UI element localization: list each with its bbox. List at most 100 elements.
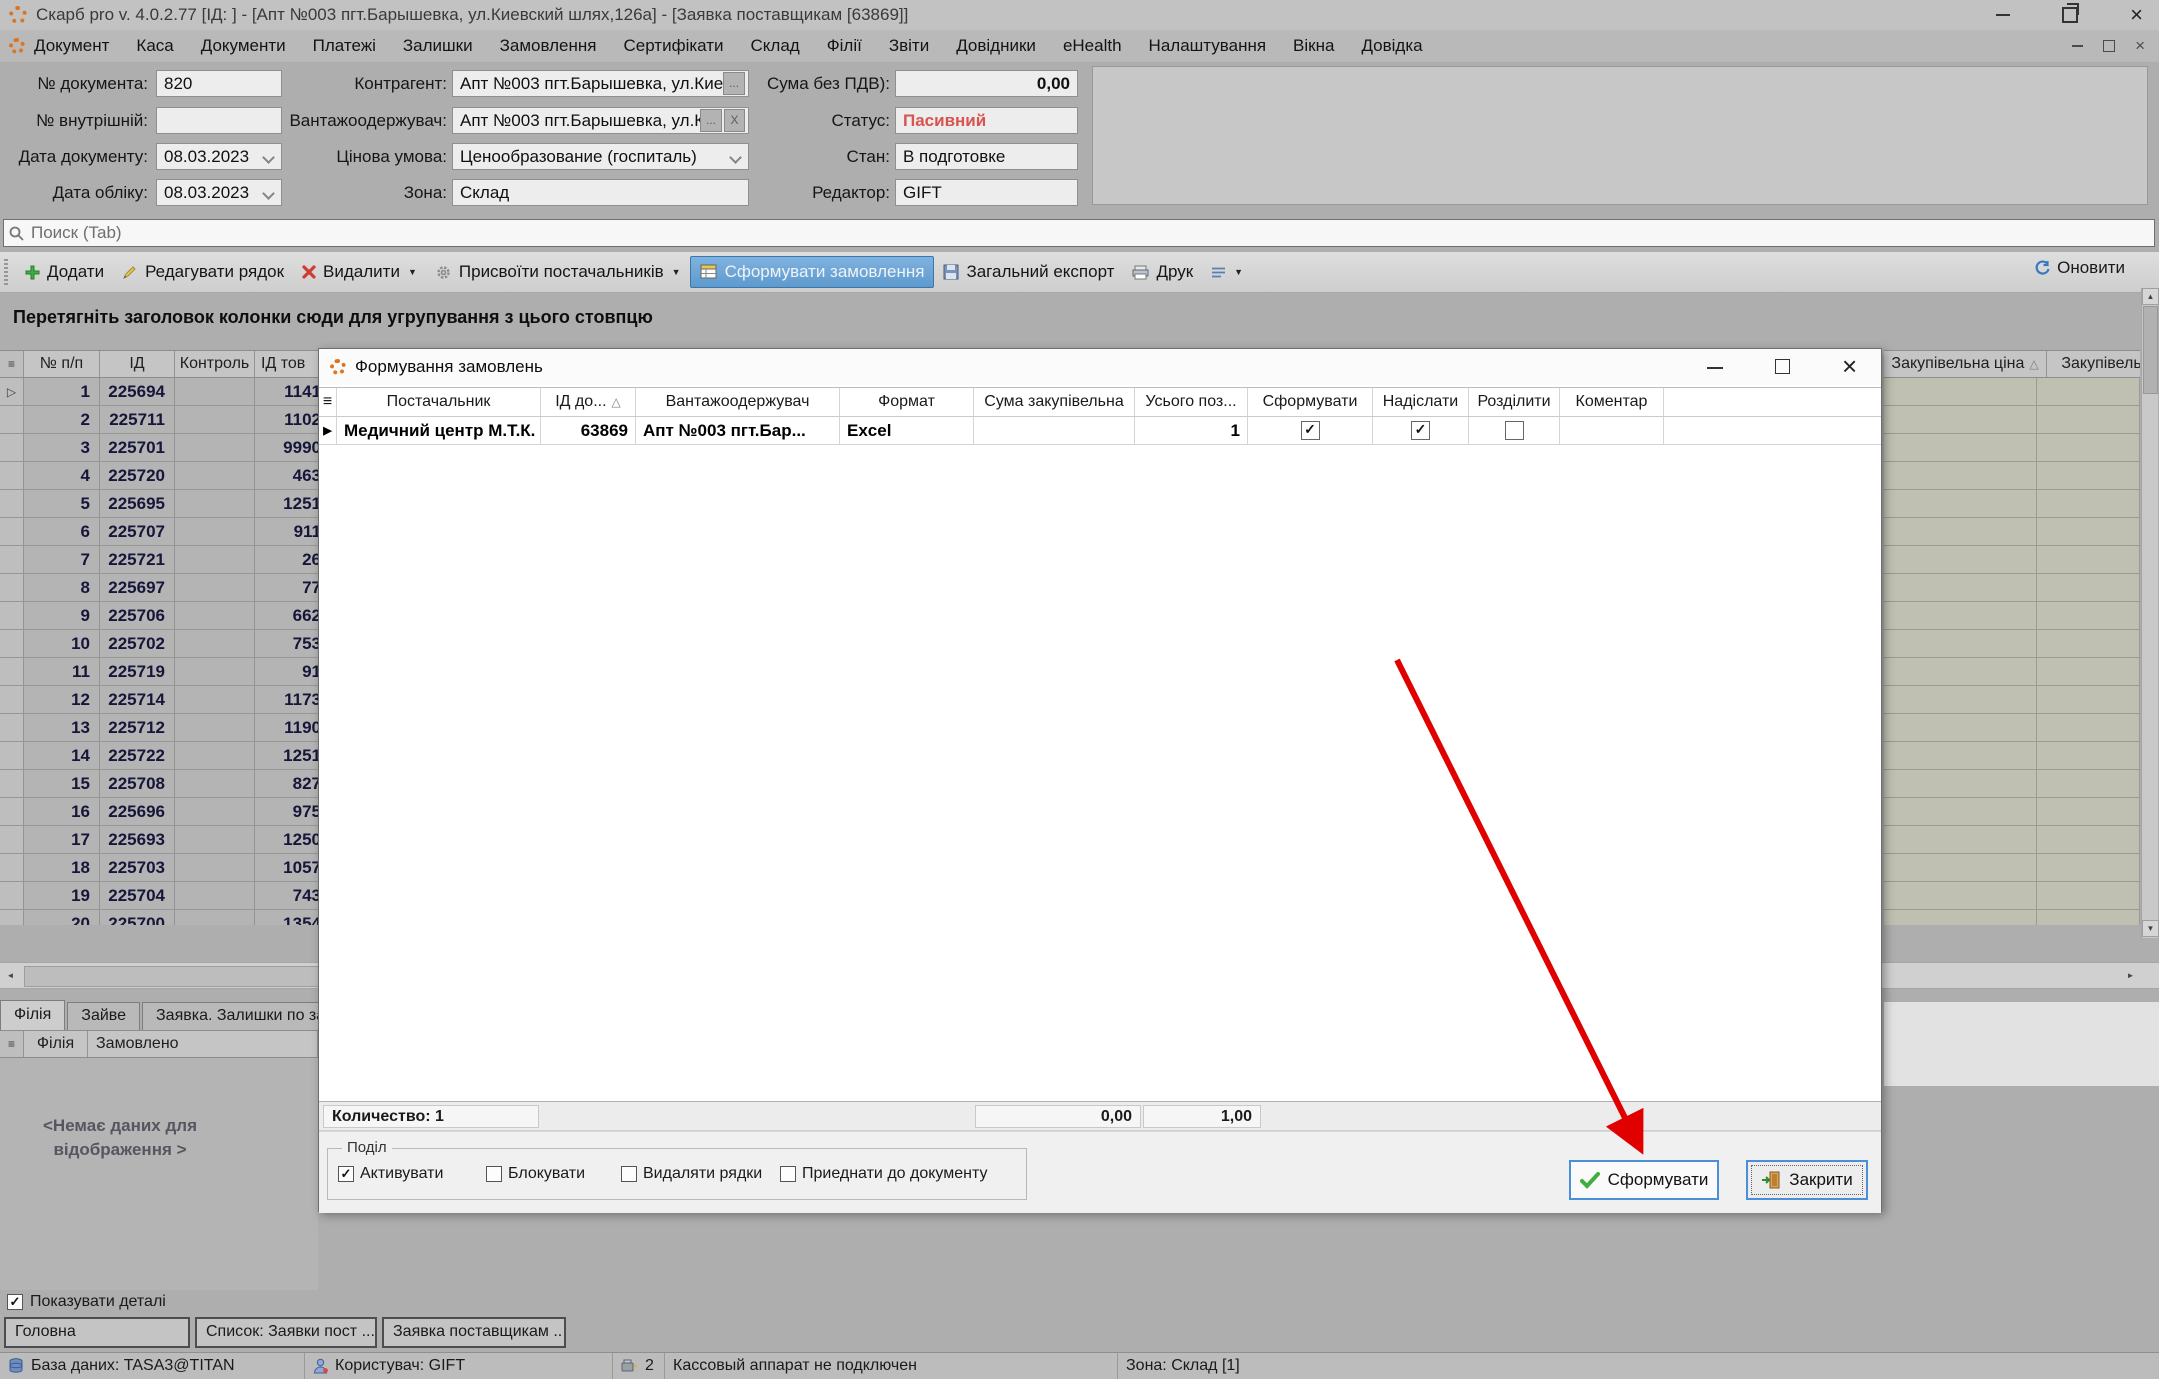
add-button[interactable]: Додати: [16, 257, 113, 287]
table-row[interactable]: [1884, 686, 2140, 714]
menu-item[interactable]: Платежі: [313, 36, 376, 56]
price-condition-field[interactable]: Ценообразование (госпиталь): [452, 143, 749, 170]
table-row[interactable]: 722572126: [0, 546, 318, 574]
dialog-table-row[interactable]: ▶Медичний центр М.Т.К.63869Апт №003 пгт.…: [319, 417, 1881, 445]
row-selector[interactable]: [0, 742, 24, 769]
table-row[interactable]: [1884, 602, 2140, 630]
print-button[interactable]: Друк: [1123, 257, 1202, 287]
table-row[interactable]: 19225704743: [0, 882, 318, 910]
menu-item[interactable]: Вікна: [1293, 36, 1334, 56]
document-tab[interactable]: Список: Заявки пост ...: [195, 1317, 377, 1348]
child-close-icon[interactable]: ×: [2135, 39, 2145, 53]
menu-item[interactable]: Налаштування: [1149, 36, 1267, 56]
column-header[interactable]: № п/п: [24, 351, 100, 377]
search-input[interactable]: Поиск (Tab): [3, 219, 2155, 247]
menu-item[interactable]: Довідка: [1361, 36, 1422, 56]
table-row[interactable]: 32257019990: [0, 434, 318, 462]
table-row[interactable]: 122257141173: [0, 686, 318, 714]
table-row[interactable]: 142257221251: [0, 742, 318, 770]
bottom-tab[interactable]: Філія: [0, 1000, 65, 1030]
table-row[interactable]: [1884, 658, 2140, 686]
column-header[interactable]: Формат: [840, 388, 974, 416]
column-header[interactable]: ІД: [100, 351, 175, 377]
row-selector[interactable]: [0, 406, 24, 433]
table-row[interactable]: [1884, 742, 2140, 770]
column-header[interactable]: Розділити: [1469, 388, 1560, 416]
dialog-form-button[interactable]: Сформувати: [1569, 1160, 1719, 1200]
table-row[interactable]: 202257001354: [0, 910, 318, 925]
row-selector[interactable]: [0, 630, 24, 657]
delete-button[interactable]: Видалити ▼: [293, 257, 426, 287]
column-header[interactable]: Усього поз...: [1135, 388, 1248, 416]
table-row[interactable]: [1884, 462, 2140, 490]
checkbox[interactable]: [1505, 421, 1524, 440]
row-selector[interactable]: [0, 490, 24, 517]
checkbox-checked-icon[interactable]: ✓: [7, 1294, 23, 1310]
row-selector[interactable]: [0, 826, 24, 853]
table-row[interactable]: ▷12256941141: [0, 378, 318, 406]
table-row[interactable]: 9225706662: [0, 602, 318, 630]
table-row[interactable]: 10225702753: [0, 630, 318, 658]
menu-item[interactable]: Замовлення: [500, 36, 597, 56]
restore-icon[interactable]: [2062, 7, 2078, 23]
dialog-cell[interactable]: ✓: [1248, 417, 1373, 444]
menu-item[interactable]: Сертифікати: [623, 36, 723, 56]
counterparty-field[interactable]: Апт №003 пгт.Барышевка, ул.Кие: [452, 70, 749, 97]
child-minimize-icon[interactable]: [2072, 45, 2083, 47]
table-row[interactable]: [1884, 798, 2140, 826]
scroll-up-icon[interactable]: ▲: [2142, 288, 2159, 305]
checkbox[interactable]: [780, 1166, 796, 1182]
scroll-left-icon[interactable]: ◄: [0, 965, 21, 986]
column-header[interactable]: Коментар: [1560, 388, 1664, 416]
dialog-close-icon[interactable]: ×: [1842, 351, 1857, 382]
chevron-down-icon[interactable]: [262, 151, 275, 164]
menu-item[interactable]: Документ: [34, 36, 109, 56]
account-date-field[interactable]: 08.03.2023: [156, 179, 282, 206]
document-tab[interactable]: Головна: [4, 1317, 190, 1348]
table-row[interactable]: 6225707911: [0, 518, 318, 546]
document-tab[interactable]: Заявка поставщикам ..: [382, 1317, 566, 1348]
table-row[interactable]: [1884, 518, 2140, 546]
row-selector[interactable]: [0, 434, 24, 461]
row-selector[interactable]: [0, 462, 24, 489]
row-selector[interactable]: [0, 910, 24, 925]
table-row[interactable]: [1884, 378, 2140, 406]
chevron-down-icon[interactable]: [729, 151, 742, 164]
table-row[interactable]: [1884, 630, 2140, 658]
doc-number-field[interactable]: 820: [156, 70, 282, 97]
split-option[interactable]: Приеднати до документу: [780, 1165, 987, 1183]
menu-item[interactable]: Звіти: [889, 36, 929, 56]
column-header[interactable]: Закупівель: [2047, 351, 2140, 377]
table-row[interactable]: 132257121190: [0, 714, 318, 742]
table-row[interactable]: [1884, 490, 2140, 518]
menu-item[interactable]: Склад: [751, 36, 800, 56]
column-header-filia[interactable]: Філія: [24, 1031, 88, 1057]
table-row[interactable]: [1884, 826, 2140, 854]
bottom-tab[interactable]: Зайве: [67, 1002, 140, 1030]
menu-item[interactable]: Каса: [136, 36, 173, 56]
row-selector[interactable]: [0, 658, 24, 685]
menu-item[interactable]: Залишки: [403, 36, 473, 56]
row-selector[interactable]: [0, 882, 24, 909]
export-button[interactable]: Загальний експорт: [934, 257, 1123, 287]
table-row[interactable]: 4225720463: [0, 462, 318, 490]
column-header[interactable]: Постачальник: [337, 388, 541, 416]
column-header[interactable]: Закупівельна ціна△: [1884, 351, 2047, 377]
split-option[interactable]: ✓Активувати: [338, 1165, 443, 1183]
toolbar-grip[interactable]: [4, 259, 8, 285]
table-row[interactable]: [1884, 882, 2140, 910]
column-header[interactable]: Контроль: [175, 351, 255, 377]
row-selector[interactable]: [0, 574, 24, 601]
show-details-toggle[interactable]: ✓ Показувати деталі: [7, 1293, 166, 1311]
row-selector[interactable]: [0, 770, 24, 797]
row-selector[interactable]: [0, 546, 24, 573]
zone-field[interactable]: Склад: [452, 179, 749, 206]
split-option[interactable]: Блокувати: [486, 1165, 585, 1183]
checkbox[interactable]: [621, 1166, 637, 1182]
row-selector[interactable]: [0, 602, 24, 629]
table-row[interactable]: 1122571991: [0, 658, 318, 686]
table-row[interactable]: 22257111102: [0, 406, 318, 434]
dialog-maximize-icon[interactable]: [1775, 359, 1790, 374]
checkbox[interactable]: ✓: [1301, 421, 1320, 440]
edit-row-button[interactable]: Редагувати рядок: [113, 257, 293, 287]
